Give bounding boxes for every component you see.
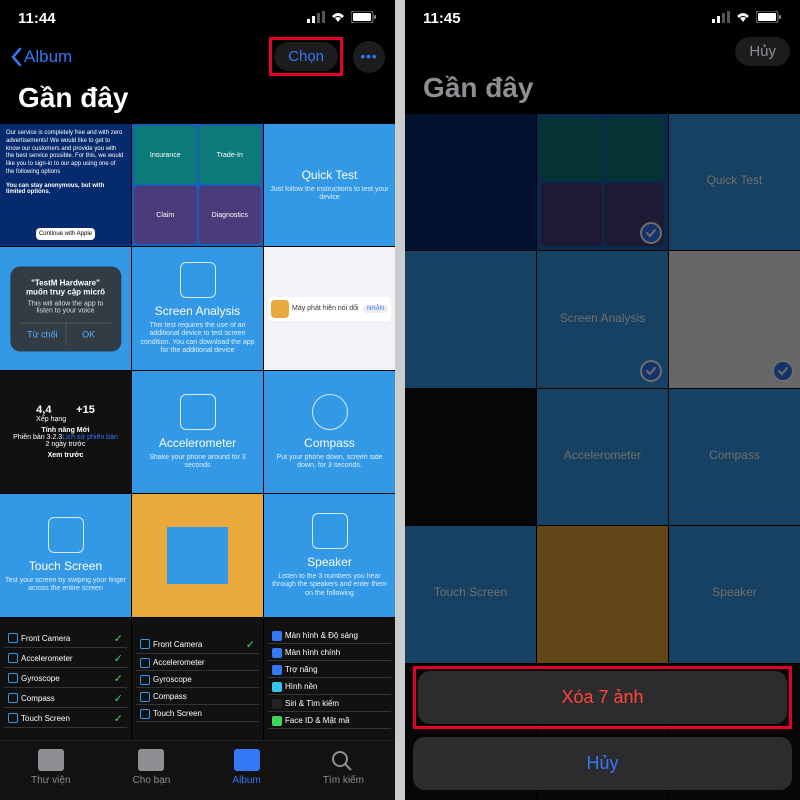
thumb-screen[interactable]: Screen Analysis This test requires the u… [132, 247, 263, 369]
search-icon [330, 749, 356, 771]
mic-dialog: "TestM Hardware" muốn truy cập micrô Thi… [10, 266, 121, 351]
thumb-compass[interactable]: Compass Put your phone down, screen side… [264, 371, 395, 493]
thumb[interactable]: Touch Screen [405, 526, 536, 662]
thumb[interactable] [405, 389, 536, 525]
chevron-left-icon [10, 47, 22, 67]
phone-screen-right: 11:45 Hủy Gần đây Quick Test Screen Anal… [405, 0, 800, 800]
signal-icon [307, 10, 325, 27]
thumb[interactable] [669, 251, 800, 387]
status-bar: 11:44 [0, 0, 395, 31]
thumb-accel[interactable]: Accelerometer Shake your phone around fo… [132, 371, 263, 493]
status-indicators [712, 10, 782, 27]
thumb-quicktest[interactable]: Quick Test Just follow the instructions … [264, 124, 395, 246]
foryou-icon [138, 749, 164, 771]
signal-icon [712, 10, 730, 27]
dialog-ok: OK [66, 323, 111, 345]
promo-text: Our service is completely free and with … [6, 130, 125, 177]
thumb[interactable]: Speaker [669, 526, 800, 662]
action-sheet: Xóa 7 ảnh Hủy [413, 666, 792, 790]
wifi-icon [330, 10, 346, 27]
selected-check [772, 360, 794, 382]
back-label: Album [24, 47, 72, 67]
thumb-yellow[interactable] [132, 494, 263, 616]
card-diag: Diagnostics [199, 186, 262, 244]
thumb-cards[interactable]: Insurance Trade-In Claim Diagnostics [132, 124, 263, 246]
app-icon [271, 300, 289, 318]
app-name: Máy phát hiện nói dối [292, 305, 360, 312]
album-icon [234, 749, 260, 771]
select-button[interactable]: Chọn [274, 42, 338, 71]
thumb[interactable]: Compass [669, 389, 800, 525]
speaker-icon [312, 513, 348, 549]
settings-list: Màn hình & Độ sáng Màn hình chính Trợ nă… [268, 629, 391, 729]
tab-bar: Thư viện Cho bạn Album Tìm kiếm [0, 740, 395, 800]
more-button[interactable]: ••• [353, 41, 385, 73]
thumb[interactable] [537, 526, 668, 662]
thumb-appstore[interactable]: 4,4Xếp hạng +15 Tính năng Mới Phiên bản … [0, 371, 131, 493]
thumb-dialog[interactable]: "TestM Hardware" muốn truy cập micrô Thi… [0, 247, 131, 369]
page-title: Gần đây [0, 80, 395, 124]
selected-check [640, 360, 662, 382]
status-indicators [307, 10, 377, 27]
highlight-box: Xóa 7 ảnh [413, 666, 792, 729]
thumb[interactable] [537, 114, 668, 250]
wrench-shape [167, 527, 229, 584]
nav-bar: Hủy [405, 31, 800, 70]
accel-icon [180, 394, 216, 430]
tab-album[interactable]: Album [232, 749, 260, 786]
library-icon [38, 749, 64, 771]
card-insurance: Insurance [134, 126, 197, 184]
compass-icon [312, 394, 348, 430]
thumb[interactable] [405, 251, 536, 387]
thumb-appstore-list[interactable]: Máy phát hiện nói dối NHẬN [264, 247, 395, 369]
sensor-list-2: Front Camera✓ Accelerometer Gyroscope Co… [136, 636, 259, 722]
wifi-icon [735, 10, 751, 27]
thumb-settings[interactable]: Màn hình & Độ sáng Màn hình chính Trợ nă… [264, 618, 395, 740]
nav-actions: Chọn ••• [269, 37, 385, 76]
highlight-box: Chọn [269, 37, 343, 76]
thumb-touch[interactable]: Touch Screen Test your screen by swiping… [0, 494, 131, 616]
card-claim: Claim [134, 186, 197, 244]
page-title: Gần đây [405, 70, 800, 114]
tab-search[interactable]: Tìm kiếm [323, 749, 364, 786]
card-tradein: Trade-In [199, 126, 262, 184]
dialog-deny: Từ chối [20, 323, 66, 345]
sensor-list: Front Camera✓ Accelerometer✓ Gyroscope✓ … [4, 630, 127, 728]
thumb-promo[interactable]: Our service is completely free and with … [0, 124, 131, 246]
thumb-sensors1[interactable]: Front Camera✓ Accelerometer✓ Gyroscope✓ … [0, 618, 131, 740]
screen-icon [180, 262, 216, 298]
thumb[interactable] [405, 114, 536, 250]
promo-text2: You can stay anonymous, but with limited… [6, 183, 125, 195]
tab-foryou[interactable]: Cho bạn [133, 749, 171, 786]
photo-grid[interactable]: Our service is completely free and with … [0, 124, 395, 740]
tab-library[interactable]: Thư viện [31, 749, 71, 786]
clock: 11:45 [423, 10, 461, 27]
battery-icon [756, 10, 782, 27]
thumb[interactable]: Quick Test [669, 114, 800, 250]
thumb[interactable]: Screen Analysis [537, 251, 668, 387]
back-button[interactable]: Album [10, 47, 72, 67]
phone-screen-left: 11:44 Album Chọn ••• Gần đây Our service… [0, 0, 395, 800]
get-btn: NHẬN [363, 305, 388, 313]
nav-bar: Album Chọn ••• [0, 31, 395, 80]
cancel-button[interactable]: Hủy [735, 37, 790, 66]
sheet-cancel-button[interactable]: Hủy [413, 737, 792, 790]
thumb[interactable]: Accelerometer [537, 389, 668, 525]
thumb-speaker[interactable]: Speaker Listen to the 3 numbers you hear… [264, 494, 395, 616]
touch-icon [48, 517, 84, 553]
thumb-sensors2[interactable]: Front Camera✓ Accelerometer Gyroscope Co… [132, 618, 263, 740]
apple-signin-btn: Continue with Apple [36, 228, 95, 240]
delete-button[interactable]: Xóa 7 ảnh [418, 671, 787, 724]
clock: 11:44 [18, 10, 56, 27]
battery-icon [351, 10, 377, 27]
status-bar: 11:45 [405, 0, 800, 31]
